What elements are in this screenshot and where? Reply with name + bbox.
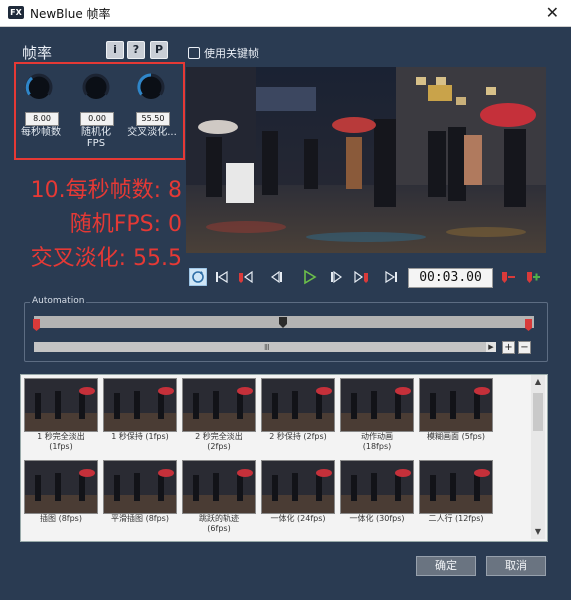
- start-keyframe-marker[interactable]: [33, 316, 40, 331]
- preset-label: 模糊画面 (5fps): [427, 432, 485, 441]
- random-fps-knob[interactable]: [79, 70, 113, 104]
- remove-keyframe-icon[interactable]: [499, 268, 517, 286]
- crossfade-knob[interactable]: [134, 70, 168, 104]
- keyframe-checkbox[interactable]: [188, 47, 200, 59]
- step-back-icon[interactable]: [267, 268, 285, 286]
- ok-button[interactable]: 确定: [416, 556, 476, 576]
- fps-label: 每秒帧数: [21, 127, 61, 138]
- fps-value[interactable]: 8.00: [25, 112, 59, 126]
- preset-thumbnail: [182, 378, 256, 432]
- fps-knob[interactable]: [22, 70, 56, 104]
- preset-label: 平滑插图 (8fps): [111, 514, 169, 523]
- preset-thumbnail: [24, 378, 98, 432]
- preset-thumbnail: [419, 460, 493, 514]
- preset-thumbnail: [340, 378, 414, 432]
- preset-item[interactable]: 一体化 (30fps): [338, 458, 416, 538]
- scroll-down-icon[interactable]: ▼: [531, 525, 545, 539]
- keyframe-label: 使用关键帧: [204, 47, 259, 60]
- loop-button[interactable]: [188, 267, 208, 287]
- prev-keyframe-icon[interactable]: [236, 268, 254, 286]
- preset-thumbnail: [182, 460, 256, 514]
- preset-thumbnail: [419, 378, 493, 432]
- preset-item[interactable]: 插图 (8fps): [22, 458, 100, 538]
- app-logo-icon: FX: [8, 6, 24, 19]
- automation-label: Automation: [30, 296, 87, 306]
- end-keyframe-marker[interactable]: [525, 316, 532, 331]
- info-button[interactable]: i: [106, 41, 124, 59]
- crossfade-label: 交叉淡化...: [127, 127, 177, 138]
- section-title: 帧率: [22, 44, 53, 62]
- preset-label: 1 秒完全淡出 (1fps): [37, 432, 85, 451]
- preset-label: 一体化 (24fps): [270, 514, 326, 523]
- preset-label: 1 秒保持 (1fps): [111, 432, 169, 441]
- preset-label: 2 秒保持 (2fps): [269, 432, 327, 441]
- presets-button[interactable]: P: [150, 41, 168, 59]
- random-fps-label: 随机化 FPS: [81, 127, 111, 149]
- keyframe-checkbox-wrap[interactable]: 使用关键帧: [188, 45, 259, 61]
- crossfade-value[interactable]: 55.50: [136, 112, 170, 126]
- preset-scrollbar[interactable]: ▲ ▼: [531, 375, 545, 539]
- cancel-button[interactable]: 取消: [486, 556, 546, 576]
- preset-thumbnail: [24, 460, 98, 514]
- zoom-in-button[interactable]: +: [502, 341, 515, 354]
- zoom-out-button[interactable]: −: [518, 341, 531, 354]
- next-keyframe-icon[interactable]: [353, 268, 371, 286]
- preset-thumbnail: [261, 378, 335, 432]
- preset-label: 插图 (8fps): [40, 514, 82, 523]
- time-display[interactable]: 00:03.00: [408, 268, 493, 288]
- preset-item[interactable]: 1 秒保持 (1fps): [101, 376, 179, 456]
- video-preview: [186, 67, 546, 253]
- preset-label: 跳跃的轨迹 (6fps): [199, 514, 239, 533]
- preset-label: 二人行 (12fps): [428, 514, 484, 523]
- overlay-random-text: 随机FPS: 0: [69, 212, 182, 237]
- help-button[interactable]: ?: [127, 41, 145, 59]
- preset-label: 2 秒完全淡出 (2fps): [195, 432, 243, 451]
- playhead-marker[interactable]: [279, 313, 287, 328]
- preset-thumbnail: [103, 460, 177, 514]
- play-icon[interactable]: [300, 268, 318, 286]
- step-forward-icon[interactable]: [328, 268, 346, 286]
- preset-label: 一体化 (30fps): [349, 514, 405, 523]
- scroll-grip-icon[interactable]: Ⅲ: [264, 343, 270, 352]
- overlay-crossfade-text: 交叉淡化: 55.5: [30, 246, 182, 271]
- overlay-fps-text: 10.每秒帧数: 8: [30, 178, 182, 203]
- preset-item[interactable]: 二人行 (12fps): [417, 458, 495, 538]
- preset-thumbnail: [340, 460, 414, 514]
- preset-item[interactable]: 2 秒保持 (2fps): [259, 376, 337, 456]
- title-bar: FX NewBlue 帧率 ✕: [0, 0, 571, 27]
- preset-item[interactable]: 平滑插图 (8fps): [101, 458, 179, 538]
- window-title: NewBlue 帧率: [30, 7, 111, 21]
- close-icon[interactable]: ✕: [546, 3, 559, 22]
- preset-item[interactable]: 1 秒完全淡出 (1fps): [22, 376, 100, 456]
- go-start-icon[interactable]: [212, 268, 230, 286]
- random-fps-value[interactable]: 0.00: [80, 112, 114, 126]
- go-end-icon[interactable]: [383, 268, 401, 286]
- preset-item[interactable]: 一体化 (24fps): [259, 458, 337, 538]
- scrollbar-thumb[interactable]: [533, 393, 543, 431]
- preset-thumbnail: [261, 460, 335, 514]
- preset-thumbnail: [103, 378, 177, 432]
- preset-item[interactable]: 模糊画面 (5fps): [417, 376, 495, 456]
- preset-item[interactable]: 动作动画 (18fps): [338, 376, 416, 456]
- preset-item[interactable]: 跳跃的轨迹 (6fps): [180, 458, 258, 538]
- preset-label: 动作动画 (18fps): [361, 432, 393, 451]
- automation-panel: [24, 302, 548, 362]
- add-keyframe-icon[interactable]: [524, 268, 542, 286]
- scroll-up-icon[interactable]: ▲: [531, 375, 545, 389]
- preset-item[interactable]: 2 秒完全淡出 (2fps): [180, 376, 258, 456]
- scroll-right-icon[interactable]: ▶: [486, 342, 496, 352]
